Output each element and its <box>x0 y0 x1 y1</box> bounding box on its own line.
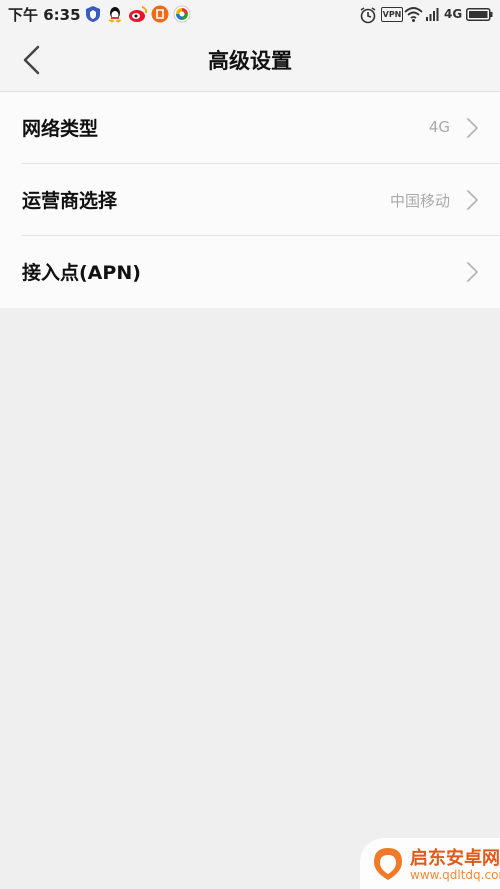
watermark-logo-icon <box>374 848 402 880</box>
wifi-icon <box>404 7 423 22</box>
chevron-right-icon <box>467 262 478 282</box>
alarm-icon <box>360 7 376 24</box>
watermark-url: www.qdltdq.com <box>410 868 500 882</box>
setting-row-apn[interactable]: 接入点(APN) <box>0 236 500 308</box>
page-title: 高级设置 <box>208 49 292 73</box>
status-bar: 下午 6:35 VPN 4G <box>0 0 500 30</box>
setting-label: 运营商选择 <box>22 190 118 212</box>
qq-icon <box>108 7 122 23</box>
shield-icon <box>86 6 100 22</box>
setting-row-carrier[interactable]: 运营商选择 中国移动 <box>0 164 500 236</box>
setting-label: 网络类型 <box>22 118 99 140</box>
status-time: 下午 6:35 <box>8 6 81 24</box>
setting-value: 中国移动 <box>389 192 450 210</box>
signal-icon <box>426 8 439 21</box>
watermark: 启东安卓网 www.qdltdq.com <box>360 838 500 889</box>
network-type: 4G <box>444 7 463 21</box>
setting-label: 接入点(APN) <box>22 262 141 284</box>
setting-value: 4G <box>428 118 450 136</box>
chevron-right-icon <box>467 118 478 138</box>
weibo-icon <box>129 6 148 22</box>
settings-list: 网络类型 4G 运营商选择 中国移动 接入点(APN) <box>0 92 500 308</box>
app-icon <box>151 5 169 23</box>
setting-row-network-type[interactable]: 网络类型 4G <box>0 92 500 164</box>
vpn-badge: VPN <box>381 7 403 22</box>
battery-icon <box>466 8 493 21</box>
watermark-name: 启东安卓网 <box>410 848 500 869</box>
title-bar: 高级设置 <box>0 30 500 92</box>
chevron-right-icon <box>467 190 478 210</box>
browser-icon <box>173 5 191 23</box>
